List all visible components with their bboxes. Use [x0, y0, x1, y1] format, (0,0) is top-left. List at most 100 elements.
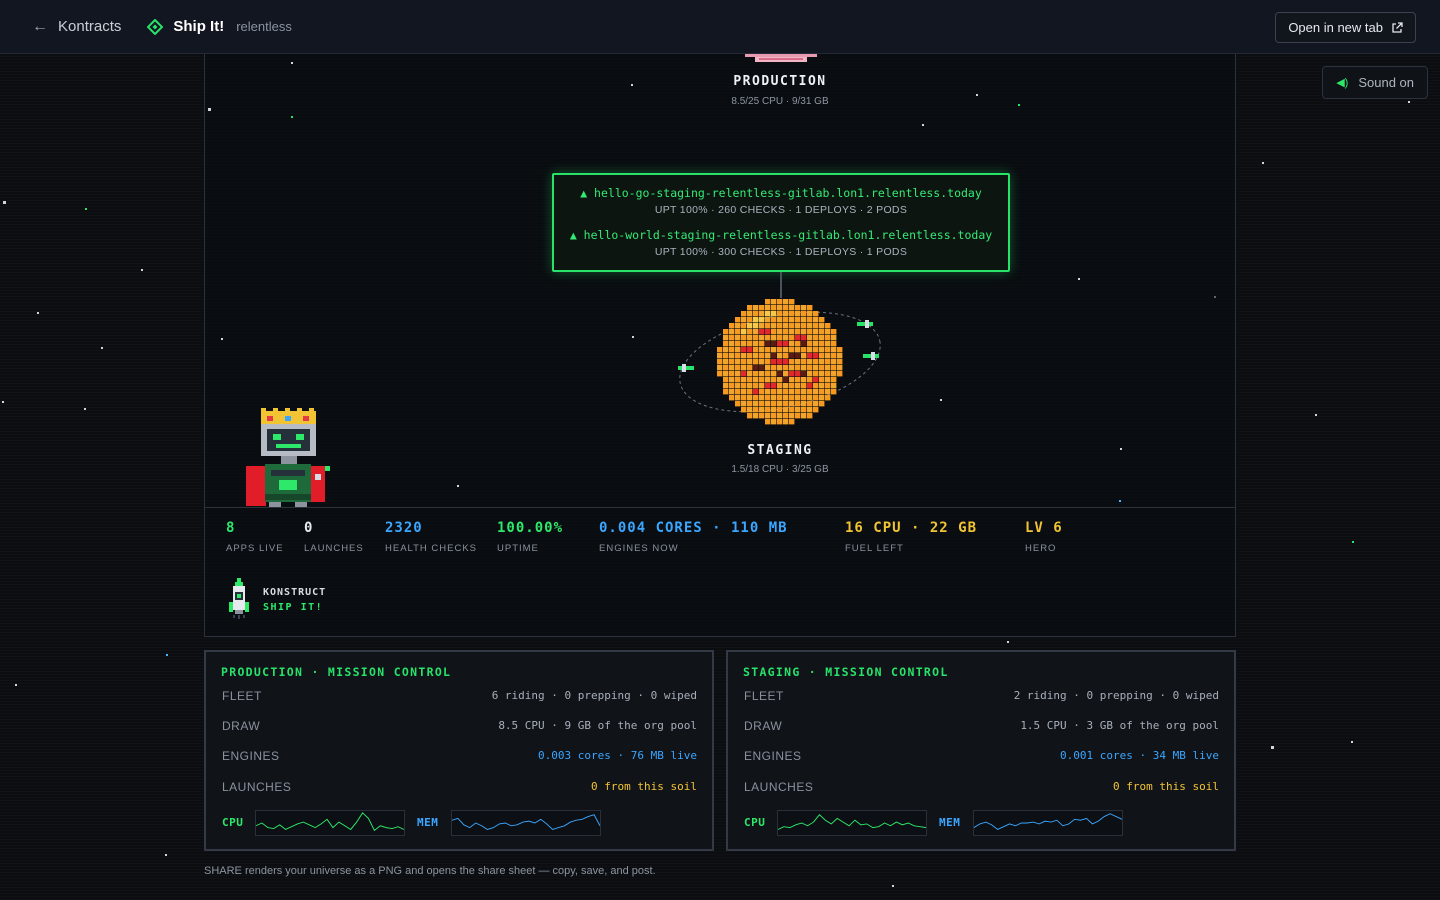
row-key: ENGINES — [744, 749, 802, 763]
planet-pixel — [747, 407, 753, 413]
tooltip-app-1[interactable]: ▲ hello-go-staging-relentless-gitlab.lon… — [554, 186, 1008, 216]
planet-pixel — [789, 329, 795, 335]
planet-pixel — [771, 395, 777, 401]
planet-pixel — [825, 341, 831, 347]
staging-label[interactable]: STAGING — [665, 443, 895, 458]
planet-pixel — [777, 377, 783, 383]
planet-pixel — [837, 347, 843, 353]
planet-pixel — [747, 413, 753, 419]
planet-pixel — [813, 365, 819, 371]
planet-pixel — [837, 359, 843, 365]
planet-pixel — [795, 341, 801, 347]
planet-pixel — [783, 359, 789, 365]
stat-value: 0.004 CORES · 110 MB — [599, 520, 788, 536]
star — [1351, 741, 1353, 743]
planet-pixel — [753, 305, 759, 311]
planet-pixel — [789, 413, 795, 419]
staging-capacity: 1.5/18 CPU · 3/25 GB — [731, 464, 829, 475]
row-launches: LAUNCHES 0 from this soil — [744, 780, 1219, 798]
footer-note: SHARE renders your universe as a PNG and… — [204, 865, 656, 877]
planet-pixel — [813, 383, 819, 389]
planet-pixel — [723, 341, 729, 347]
row-launches: LAUNCHES 0 from this soil — [222, 780, 697, 798]
planet-pixel — [753, 377, 759, 383]
planet-pixel — [753, 347, 759, 353]
star — [3, 201, 6, 204]
planet-pixel — [741, 341, 747, 347]
planet-pixel — [723, 365, 729, 371]
planet-pixel — [837, 365, 843, 371]
planet-pixel — [759, 323, 765, 329]
planet-pixel — [777, 413, 783, 419]
planet-pixel — [777, 419, 783, 425]
stat-health-checks: 2320 HEALTH CHECKS — [385, 520, 477, 554]
staging-mission-control: STAGING · MISSION CONTROL FLEET 2 riding… — [726, 650, 1236, 851]
planet-pixel — [759, 359, 765, 365]
planet-pixel — [825, 365, 831, 371]
planet-pixel — [741, 407, 747, 413]
planet-pixel — [789, 347, 795, 353]
planet-pixel — [777, 395, 783, 401]
planet-pixel — [777, 389, 783, 395]
stat-label: ENGINES NOW — [599, 543, 679, 554]
sound-toggle-button[interactable]: ◀) Sound on — [1322, 66, 1428, 99]
production-capacity: 8.5/25 CPU · 9/31 GB — [731, 96, 829, 107]
back-link[interactable]: ← Kontracts — [32, 18, 121, 36]
planet-pixel — [777, 323, 783, 329]
planet-pixel — [807, 401, 813, 407]
planet-pixel — [735, 389, 741, 395]
star — [1120, 448, 1122, 450]
planet-pixel — [789, 419, 795, 425]
planet-pixel — [765, 299, 771, 305]
row-value: 0.001 cores · 34 MB live — [1060, 749, 1219, 762]
planet-pixel — [795, 389, 801, 395]
planet-pixel — [777, 359, 783, 365]
planet-pixel — [825, 323, 831, 329]
planet-pixel — [735, 329, 741, 335]
planet-pixel — [783, 407, 789, 413]
row-draw: DRAW 1.5 CPU · 3 GB of the org pool — [744, 719, 1219, 737]
planet-pixel — [771, 371, 777, 377]
planet-pixel — [801, 329, 807, 335]
row-key: FLEET — [222, 689, 262, 703]
planet-pixel — [789, 305, 795, 311]
planet-pixel — [813, 341, 819, 347]
planet-pixel — [765, 365, 771, 371]
planet-pixel — [717, 371, 723, 377]
planet-pixel — [771, 311, 777, 317]
planet-pixel — [741, 401, 747, 407]
stat-engines-now: 0.004 CORES · 110 MB ENGINES NOW — [599, 520, 788, 554]
planet-pixel — [753, 401, 759, 407]
planet-pixel — [777, 299, 783, 305]
planet-pixel — [771, 353, 777, 359]
planet-pixel — [813, 359, 819, 365]
star — [1315, 414, 1317, 416]
planet-pixel — [771, 359, 777, 365]
planet-pixel — [759, 353, 765, 359]
star — [208, 108, 211, 111]
planet-pixel — [789, 407, 795, 413]
planet-pixel — [783, 335, 789, 341]
staging-planet-icon[interactable] — [671, 292, 889, 432]
tooltip-app-2[interactable]: ▲ hello-world-staging-relentless-gitlab.… — [554, 228, 1008, 258]
row-key: DRAW — [222, 719, 261, 733]
planet-pixel — [825, 329, 831, 335]
planet-pixel — [735, 395, 741, 401]
star — [37, 312, 39, 314]
star — [291, 116, 293, 118]
planet-pixel — [723, 371, 729, 377]
row-value: 0 from this soil — [591, 780, 697, 793]
planet-pixel — [729, 347, 735, 353]
planet-pixel — [795, 371, 801, 377]
production-label[interactable]: PRODUCTION — [665, 74, 895, 89]
planet-pixel — [831, 371, 837, 377]
planet-pixel — [747, 335, 753, 341]
open-new-tab-button[interactable]: Open in new tab — [1275, 12, 1416, 43]
row-key: LAUNCHES — [744, 780, 814, 794]
planet-pixel — [819, 341, 825, 347]
planet-pixel — [759, 305, 765, 311]
stat-launches: 0 LAUNCHES — [304, 520, 364, 554]
planet-pixel — [747, 317, 753, 323]
planet-pixel — [741, 353, 747, 359]
planet-pixel — [807, 359, 813, 365]
